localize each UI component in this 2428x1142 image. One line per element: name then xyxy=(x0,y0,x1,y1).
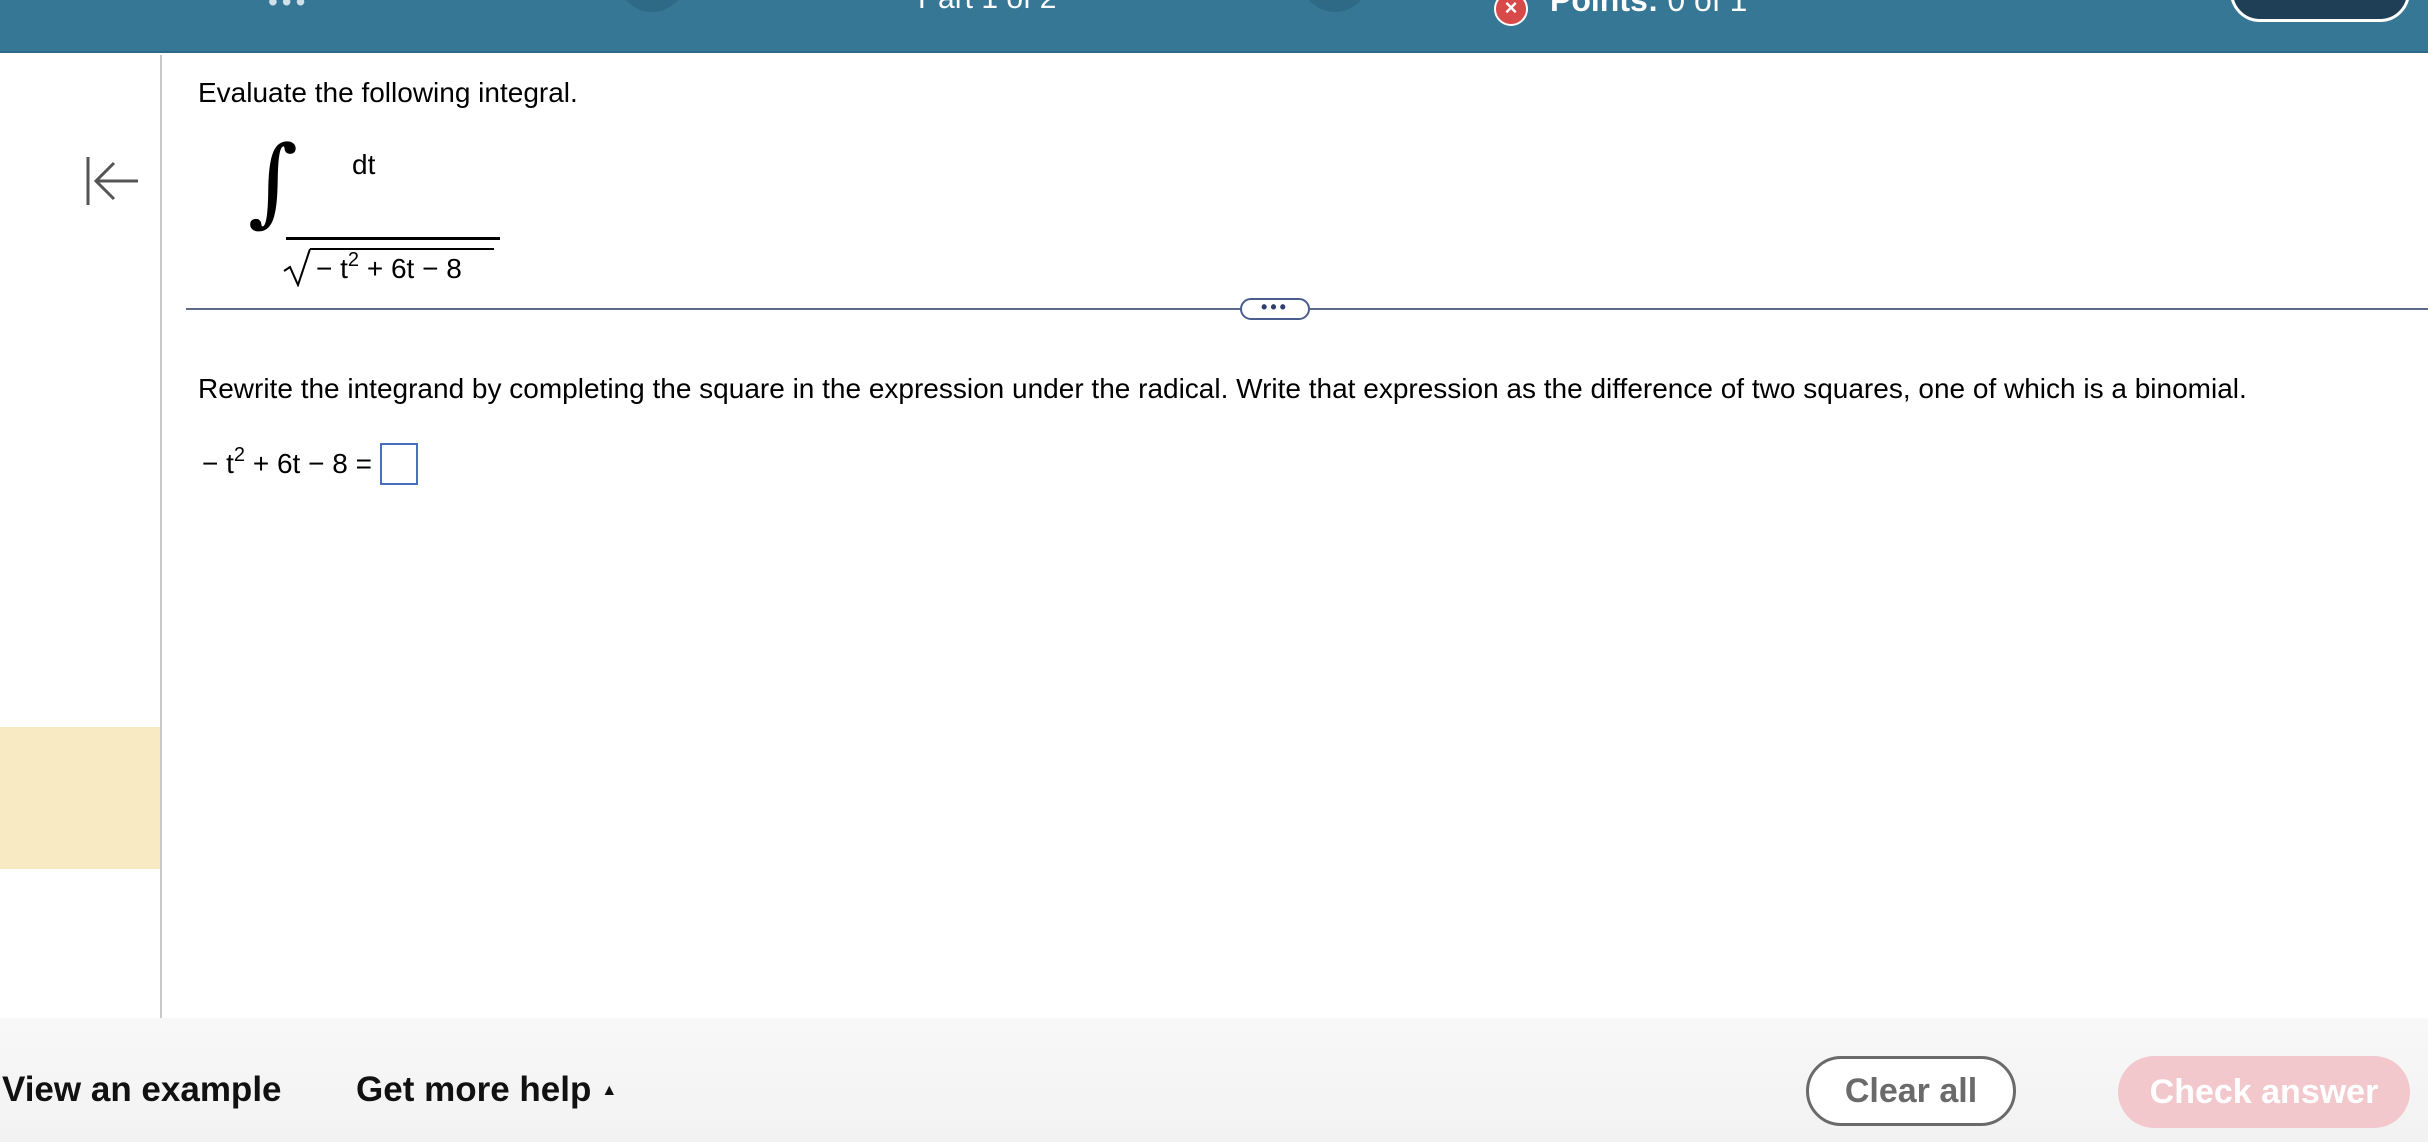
next-question-button[interactable] xyxy=(2230,0,2410,22)
points-value: 0 of 1 xyxy=(1667,0,1748,18)
equation-lhs: − t2 + 6t − 8 = xyxy=(202,444,372,479)
top-bar: ••• Part 1 of 2 × Points: 0 of 1 xyxy=(0,0,2428,53)
caret-up-icon: ▲ xyxy=(601,1082,618,1099)
check-answer-button[interactable]: Check answer xyxy=(2118,1056,2410,1128)
answer-input[interactable] xyxy=(379,443,418,485)
left-rail xyxy=(0,55,162,1018)
x-circle-icon: × xyxy=(1494,0,1528,26)
highlight-block xyxy=(0,727,160,869)
bottom-bar: View an example Get more help ▲ Clear all… xyxy=(0,1018,2428,1142)
view-example-link[interactable]: View an example xyxy=(2,1070,282,1110)
fraction-bar xyxy=(286,237,500,240)
points-label: Points: xyxy=(1550,0,1659,18)
part-label: Part 1 of 2 xyxy=(918,0,1056,16)
integral-numerator: dt xyxy=(352,149,376,180)
integral-sign: ∫ xyxy=(248,125,299,237)
integral-denominator: − t2 + 6t − 8 xyxy=(316,249,462,284)
question-area: Evaluate the following integral. ∫ dt − … xyxy=(162,55,2428,1018)
radical-overline xyxy=(310,248,494,250)
get-more-help-menu[interactable]: Get more help ▲ xyxy=(356,1070,617,1110)
question-prompt: Evaluate the following integral. xyxy=(198,77,578,108)
part-instruction: Rewrite the integrand by completing the … xyxy=(198,373,2247,404)
radical-sign xyxy=(283,248,311,287)
collapse-left-icon[interactable] xyxy=(82,155,140,207)
previous-part-button[interactable] xyxy=(618,0,686,12)
divider-expand-handle[interactable]: ••• xyxy=(1240,298,1310,320)
next-part-button[interactable] xyxy=(1301,0,1369,12)
points-display: Points: 0 of 1 xyxy=(1550,0,1747,19)
clear-all-button[interactable]: Clear all xyxy=(1806,1056,2016,1126)
answer-equation: − t2 + 6t − 8 = xyxy=(202,443,418,485)
integral-expression: ∫ dt − t2 + 6t − 8 xyxy=(248,133,548,301)
question-menu-dots[interactable]: ••• xyxy=(268,0,309,18)
